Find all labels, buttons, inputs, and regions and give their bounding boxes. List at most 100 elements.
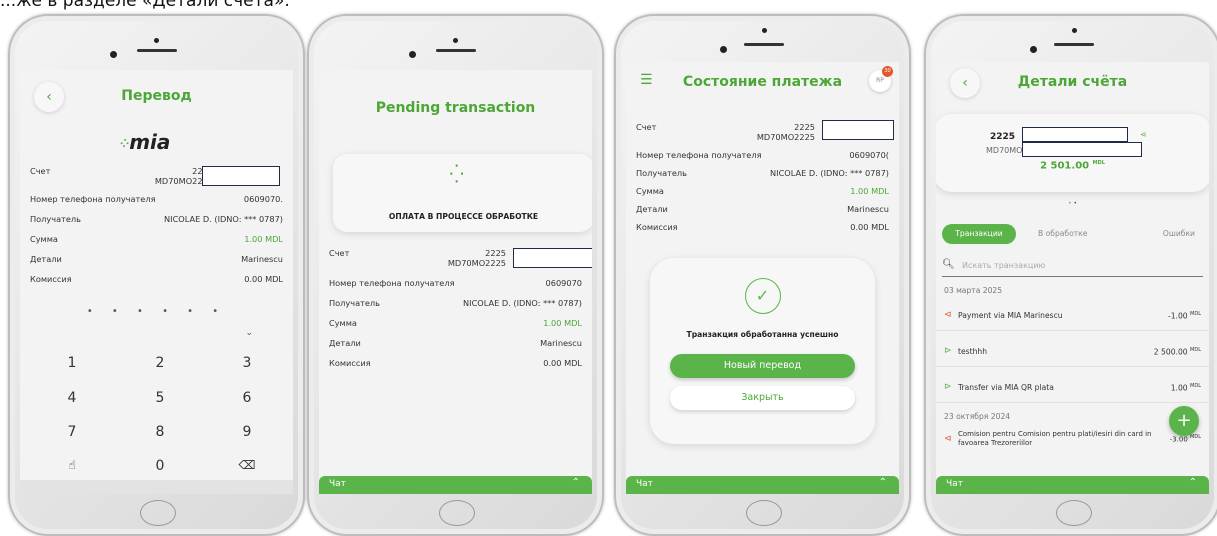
notification-badge: 30 xyxy=(882,66,893,77)
row-recipient: Получатель NICOLAE D. (IDNO: *** 0787) xyxy=(636,168,889,178)
screen: ☰ Состояние платежа RP 30 Счет 2225 MD70M… xyxy=(626,62,899,494)
caption-text: ...же в разделе «Детали счёта». xyxy=(0,0,290,11)
fingerprint-icon[interactable]: ☝ xyxy=(52,458,92,472)
home-button[interactable] xyxy=(139,500,176,526)
row-recipient: Получатель NICOLAE D. (IDNO: *** 0787) xyxy=(329,298,582,308)
chevron-up-icon: ⌃ xyxy=(571,477,580,488)
outgoing-arrow-icon: ⊲ xyxy=(944,434,952,444)
transaction-row[interactable]: ⊲ Comision pentru Comision pentru plati/… xyxy=(936,428,1209,454)
row-recipient: Получатель NICOLAE D. (IDNO: *** 0787) xyxy=(30,214,283,224)
new-transfer-button[interactable]: Новый перевод xyxy=(670,354,855,378)
home-button[interactable] xyxy=(745,500,782,526)
key-2[interactable]: 2 xyxy=(140,355,180,371)
home-button[interactable] xyxy=(1055,500,1092,526)
speaker xyxy=(1054,43,1094,46)
success-card: ✓ Транзакция обработанна успешно Новый п… xyxy=(650,258,875,444)
balance: 2 501.00 MDL xyxy=(1040,160,1105,172)
chat-bar[interactable]: Чат ⌃ xyxy=(936,476,1209,494)
chat-label: Чат xyxy=(636,479,653,489)
key-1[interactable]: 1 xyxy=(52,355,92,371)
redaction-box xyxy=(202,166,280,186)
camera xyxy=(110,51,117,58)
redaction-box xyxy=(1022,127,1128,142)
row-amount: Сумма 1.00 MDL xyxy=(30,234,283,244)
key-3[interactable]: 3 xyxy=(227,355,267,371)
carousel-dots: • • xyxy=(1068,200,1077,207)
sensor xyxy=(154,38,159,43)
backspace-icon[interactable]: ⌫ xyxy=(227,458,267,472)
row-details: Детали Marinescu xyxy=(30,254,283,264)
keyboard-footer xyxy=(20,480,293,494)
screen: ‹ Перевод ⁘mia Счет2225 MD70MO2225 Номер… xyxy=(20,70,293,494)
chat-label: Чат xyxy=(946,479,963,489)
row-phone: Номер телефона получателя 0609070 xyxy=(329,278,582,288)
search-placeholder: Искать транзакцию xyxy=(962,261,1046,270)
chat-bar[interactable]: Чат ⌃ xyxy=(319,476,592,494)
speaker xyxy=(744,43,784,46)
sensor xyxy=(453,38,458,43)
sensor xyxy=(1072,28,1077,33)
row-commission: Комиссия 0.00 MDL xyxy=(329,358,582,368)
outgoing-arrow-icon: ⊲ xyxy=(944,310,952,320)
page-title: Состояние платежа xyxy=(682,74,843,90)
redaction-box xyxy=(513,248,592,268)
tab-errors[interactable]: Ошибки xyxy=(1163,229,1195,238)
row-amount: Сумма 1.00 MDL xyxy=(329,318,582,328)
key-0[interactable]: 0 xyxy=(140,458,180,474)
speaker xyxy=(137,49,177,52)
date-header: 23 октября 2024 xyxy=(944,412,1011,421)
chevron-up-icon: ⌃ xyxy=(1188,477,1197,488)
key-6[interactable]: 6 xyxy=(227,390,267,406)
screen: ‹ Детали счёта 2225 MD70MO ⋖ 2 501.00 MD… xyxy=(936,62,1209,494)
screen: Pending transaction ⁛ ОПЛАТА В ПРОЦЕССЕ … xyxy=(319,70,592,494)
chevron-down-icon[interactable]: ⌄ xyxy=(245,328,253,338)
iban: MD70MO xyxy=(986,146,1023,155)
incoming-arrow-icon: ⊳ xyxy=(944,346,952,356)
avatar[interactable]: RP 30 xyxy=(869,66,893,92)
incoming-arrow-icon: ⊳ xyxy=(944,382,952,392)
transaction-row[interactable]: ⊳ testhhh 2 500.00 MDL xyxy=(936,336,1209,367)
page-title: Детали счёта xyxy=(1017,74,1128,90)
phone-payment-status: ☰ Состояние платежа RP 30 Счет 2225 MD70M… xyxy=(614,14,911,536)
row-commission: Комиссия 0.00 MDL xyxy=(30,274,283,284)
phone-pending: Pending transaction ⁛ ОПЛАТА В ПРОЦЕССЕ … xyxy=(307,14,604,536)
sensor xyxy=(762,28,767,33)
add-button[interactable]: + xyxy=(1169,406,1199,436)
key-7[interactable]: 7 xyxy=(52,424,92,440)
search-icon: 🔍︎ xyxy=(942,259,955,270)
redaction-box xyxy=(822,120,894,140)
key-9[interactable]: 9 xyxy=(227,424,267,440)
home-button[interactable] xyxy=(438,500,475,526)
tab-transactions[interactable]: Транзакции xyxy=(942,224,1016,244)
pending-card: ⁛ ОПЛАТА В ПРОЦЕССЕ ОБРАБОТКЕ xyxy=(333,154,592,232)
share-icon[interactable]: ⋖ xyxy=(1140,130,1147,139)
row-commission: Комиссия 0.00 MDL xyxy=(636,222,889,232)
pin-dots: • • • • • • xyxy=(86,306,227,317)
key-4[interactable]: 4 xyxy=(52,390,92,406)
key-8[interactable]: 8 xyxy=(140,424,180,440)
row-amount: Сумма 1.00 MDL xyxy=(636,186,889,196)
logo-dots-icon: ⁘ xyxy=(120,137,130,150)
date-header: 03 марта 2025 xyxy=(944,286,1003,295)
tab-pending[interactable]: В обработке xyxy=(1038,229,1087,238)
check-circle-icon: ✓ xyxy=(744,278,781,314)
page-title: Перевод xyxy=(121,88,192,104)
row-details: Детали Marinescu xyxy=(636,204,889,214)
camera xyxy=(1030,46,1037,53)
search-field[interactable]: 🔍︎ Искать транзакцию xyxy=(942,258,1203,277)
row-phone: Номер телефона получателя 0609070. xyxy=(30,194,283,204)
row-details: Детали Marinescu xyxy=(329,338,582,348)
speaker xyxy=(436,49,476,52)
page-title: Pending transaction xyxy=(375,100,536,116)
transaction-row[interactable]: ⊳ Transfer via MIA QR plata 1.00 MDL xyxy=(936,372,1209,403)
phone-transfer-pin: ‹ Перевод ⁘mia Счет2225 MD70MO2225 Номер… xyxy=(8,14,305,536)
chevron-up-icon: ⌃ xyxy=(878,477,887,488)
tabs: Транзакции В обработке Ошибки xyxy=(942,224,1203,244)
account-card: 2225 MD70MO ⋖ 2 501.00 MDL xyxy=(936,114,1209,192)
chat-bar[interactable]: Чат ⌃ xyxy=(626,476,899,494)
transaction-row[interactable]: ⊲ Payment via MIA Marinescu -1.00 MDL xyxy=(936,300,1209,331)
spinner-icon: ⁛ xyxy=(449,164,464,185)
close-button[interactable]: Закрыть xyxy=(670,386,855,410)
key-5[interactable]: 5 xyxy=(140,390,180,406)
success-message: Транзакция обработанна успешно xyxy=(686,330,839,339)
